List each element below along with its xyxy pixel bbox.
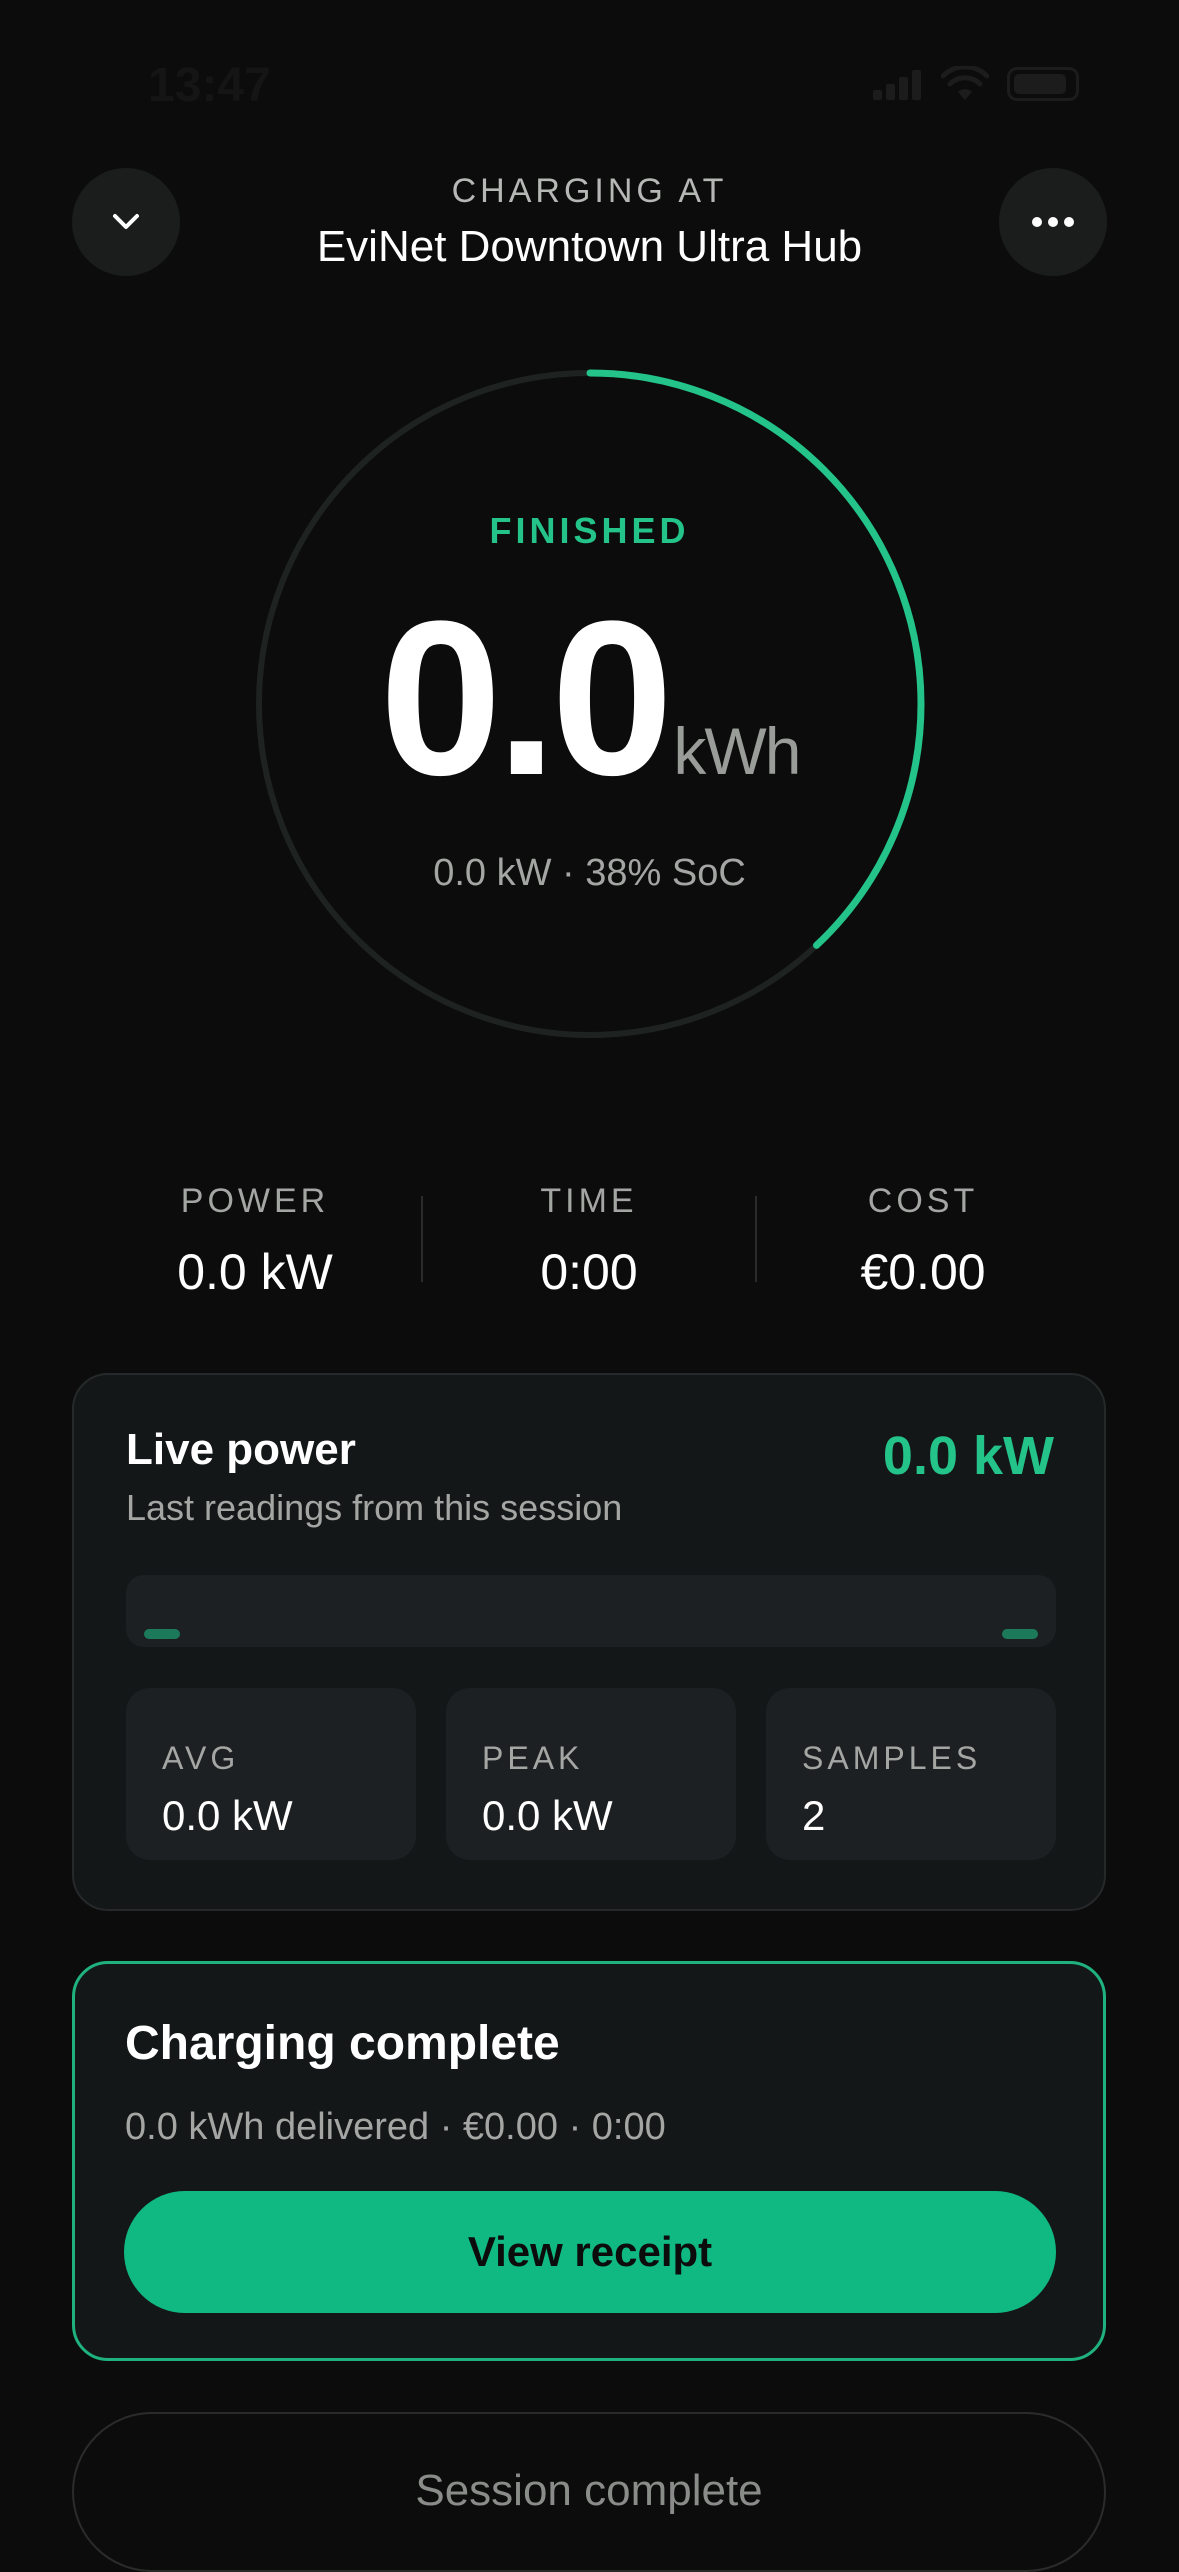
metric-value: 0.0 kW bbox=[162, 1792, 293, 1839]
stat-value: €0.00 bbox=[860, 1244, 986, 1300]
charging-complete-card: Charging complete 0.0 kWh delivered · €0… bbox=[72, 1961, 1106, 2361]
view-receipt-button[interactable]: View receipt bbox=[124, 2191, 1056, 2313]
metric-label: PEAK bbox=[482, 1740, 584, 1776]
metric-samples: SAMPLES 2 bbox=[766, 1688, 1056, 1860]
metric-peak: PEAK 0.0 kW bbox=[446, 1688, 736, 1860]
stat-label: COST bbox=[867, 1182, 979, 1220]
live-power-value: 0.0 kW bbox=[882, 1426, 1054, 1486]
session-complete-label: Session complete bbox=[415, 2466, 763, 2515]
wifi-icon bbox=[941, 66, 989, 100]
live-power-subtitle: Last readings from this session bbox=[126, 1487, 623, 1528]
energy-value: 0.0 bbox=[379, 575, 674, 821]
stat-power: POWER 0.0 kW bbox=[105, 1182, 405, 1301]
stat-value: 0:00 bbox=[540, 1244, 638, 1300]
sparkline-sample bbox=[1002, 1629, 1038, 1639]
live-power-card: Live power Last readings from this sessi… bbox=[72, 1373, 1106, 1911]
charging-status: FINISHED bbox=[489, 510, 690, 551]
metric-label: AVG bbox=[162, 1740, 240, 1776]
live-power-title: Live power bbox=[126, 1425, 356, 1474]
more-horizontal-icon bbox=[1032, 217, 1074, 227]
battery-icon bbox=[1007, 67, 1079, 101]
complete-summary: 0.0 kWh delivered · €0.00 · 0:00 bbox=[125, 2106, 666, 2148]
more-options-button[interactable] bbox=[999, 168, 1107, 276]
stat-divider bbox=[421, 1196, 423, 1282]
metric-value: 2 bbox=[802, 1792, 826, 1839]
stat-cost: COST €0.00 bbox=[773, 1182, 1073, 1301]
metric-avg: AVG 0.0 kW bbox=[126, 1688, 416, 1860]
energy-unit: kWh bbox=[673, 714, 801, 788]
energy-readout: 0.0kWh bbox=[0, 588, 1179, 808]
metric-value: 0.0 kW bbox=[482, 1792, 613, 1839]
stat-divider bbox=[755, 1196, 757, 1282]
sparkline-sample bbox=[144, 1629, 180, 1639]
status-bar-time: 13:47 bbox=[148, 59, 271, 112]
power-soc-summary: 0.0 kW · 38% SoC bbox=[433, 852, 746, 894]
stat-label: POWER bbox=[180, 1182, 330, 1220]
cellular-signal-icon bbox=[873, 68, 923, 100]
complete-title: Charging complete bbox=[125, 2017, 560, 2070]
metric-label: SAMPLES bbox=[802, 1740, 982, 1776]
stat-value: 0.0 kW bbox=[177, 1244, 333, 1300]
stat-time: TIME 0:00 bbox=[439, 1182, 739, 1301]
power-sparkline bbox=[126, 1575, 1056, 1647]
session-complete-button[interactable]: Session complete bbox=[72, 2412, 1106, 2572]
stat-label: TIME bbox=[540, 1182, 638, 1220]
status-bar-icons bbox=[873, 66, 1079, 102]
